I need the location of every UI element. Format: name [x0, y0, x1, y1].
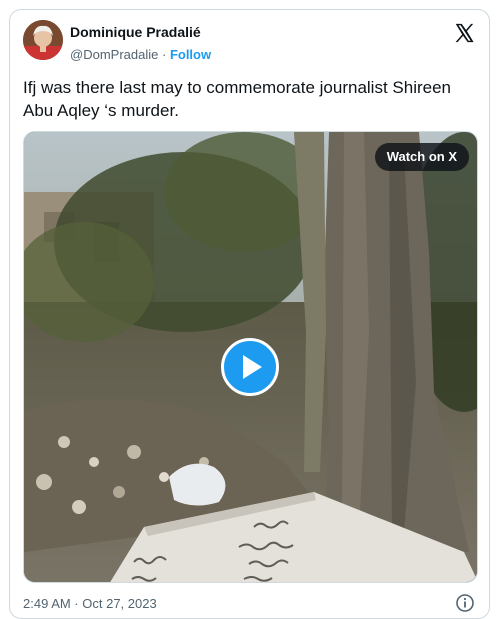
follow-button[interactable]: Follow — [170, 47, 211, 62]
author-handle-row: @DomPradalie · Follow — [70, 47, 211, 62]
avatar[interactable] — [23, 20, 63, 60]
watch-on-x-button[interactable]: Watch on X — [374, 143, 469, 171]
play-icon — [243, 355, 262, 379]
video-media[interactable]: Watch on X — [23, 131, 478, 583]
tweet-text: Ifj was there last may to commemorate jo… — [23, 78, 452, 120]
x-logo-icon[interactable] — [453, 22, 475, 44]
avatar-image — [23, 20, 63, 60]
info-icon[interactable] — [455, 593, 475, 613]
embedded-tweet-card[interactable]: Dominique Pradalié @DomPradalie · Follow… — [9, 9, 490, 619]
separator-dot: · — [161, 47, 167, 62]
tweet-timestamp[interactable]: 2:49 AM · Oct 27, 2023 — [23, 596, 157, 611]
play-button[interactable] — [221, 338, 279, 396]
author-display-name[interactable]: Dominique Pradalié — [70, 24, 201, 40]
author-handle[interactable]: @DomPradalie — [70, 47, 158, 62]
